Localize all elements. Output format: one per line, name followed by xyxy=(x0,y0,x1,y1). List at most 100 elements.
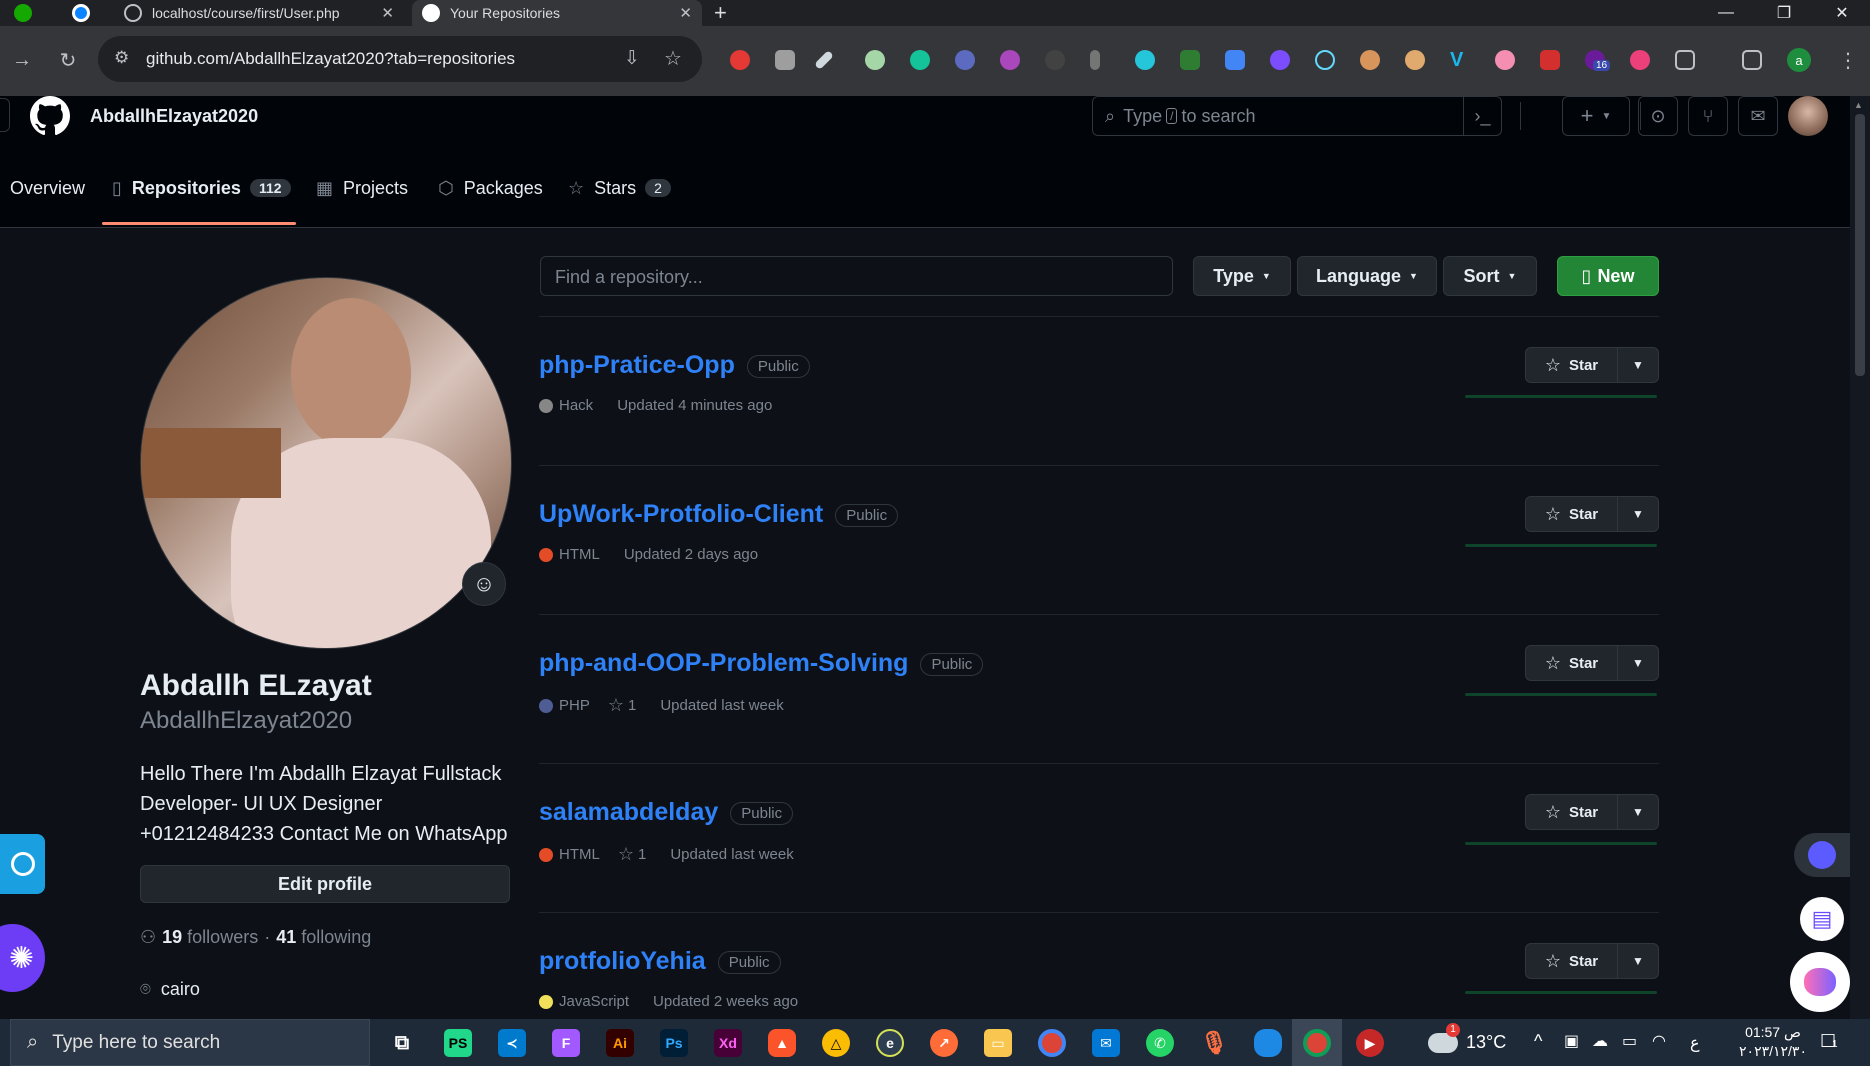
new-tab-button[interactable]: + xyxy=(714,0,744,26)
url-text[interactable]: github.com/AbdallhElzayat2020?tab=reposi… xyxy=(146,49,515,69)
repo-name-link[interactable]: UpWork-Protfolio-Client Public xyxy=(539,500,899,529)
repo-name-link[interactable]: php-Pratice-Opp Public xyxy=(539,351,810,380)
extension-icon[interactable] xyxy=(865,50,885,70)
mail-icon[interactable]: ✉ xyxy=(1092,1029,1120,1057)
star-list-dropdown-icon[interactable]: ▼ xyxy=(1618,358,1658,372)
battery-icon[interactable]: ▭ xyxy=(1622,1031,1637,1051)
following-count[interactable]: 41 xyxy=(276,927,296,948)
create-new-button[interactable]: + ▼ xyxy=(1562,96,1630,136)
repo-name[interactable]: salamabdelday xyxy=(539,798,718,826)
floating-assistant-widget[interactable]: ✺ xyxy=(0,924,45,992)
global-search-input[interactable]: ⌕ Type / to search ›_ xyxy=(1092,96,1502,136)
floating-chat-widget[interactable] xyxy=(1794,833,1850,877)
header-username[interactable]: AbdallhElzayat2020 xyxy=(90,106,258,127)
reload-icon[interactable]: ↻ xyxy=(50,42,86,78)
star-toggle[interactable]: ☆ Star xyxy=(1526,348,1618,382)
extension-icon[interactable] xyxy=(1000,50,1020,70)
meet-now-icon[interactable]: ▣ xyxy=(1564,1031,1579,1051)
extension-icon[interactable] xyxy=(1180,50,1200,70)
react-devtools-icon[interactable] xyxy=(1315,50,1335,70)
tab-extension[interactable] xyxy=(58,0,108,26)
reader-widget-icon[interactable]: ▤ xyxy=(1800,897,1844,941)
find-repository-input[interactable]: Find a repository... xyxy=(540,256,1173,296)
phpstorm-icon[interactable]: PS xyxy=(444,1029,472,1057)
floating-record-widget[interactable] xyxy=(0,834,45,894)
photoshop-icon[interactable]: Ps xyxy=(660,1029,688,1057)
microphone-icon[interactable]: 🎙 xyxy=(1200,1029,1228,1057)
extensions-puzzle-icon[interactable] xyxy=(1675,50,1695,70)
color-picker-icon[interactable] xyxy=(814,50,834,70)
illustrator-icon[interactable]: Ai xyxy=(606,1029,634,1057)
star-button[interactable]: ☆ Star ▼ xyxy=(1525,496,1659,532)
extension-icon[interactable]: 16 xyxy=(1585,50,1611,71)
restore-button[interactable]: ❐ xyxy=(1760,0,1808,26)
edit-profile-button[interactable]: Edit profile xyxy=(140,865,510,903)
whatsapp-icon[interactable]: ✆ xyxy=(1146,1029,1174,1057)
media-player-icon[interactable]: ▶ xyxy=(1356,1029,1384,1057)
side-panel-icon[interactable] xyxy=(1742,50,1762,70)
star-toggle[interactable]: ☆ Star xyxy=(1526,795,1618,829)
tab-projects[interactable]: ▦ Projects xyxy=(316,168,408,208)
weather-temp[interactable]: 13°C xyxy=(1466,1032,1506,1053)
google-translate-icon[interactable] xyxy=(1225,50,1245,70)
type-filter-button[interactable]: Type ▼ xyxy=(1193,256,1291,296)
star-list-dropdown-icon[interactable]: ▼ xyxy=(1618,656,1658,670)
star-toggle[interactable]: ☆ Star xyxy=(1526,646,1618,680)
close-window-button[interactable]: ✕ xyxy=(1818,0,1866,26)
inbox-icon[interactable]: ✉ xyxy=(1738,96,1778,136)
elephant-app-icon[interactable] xyxy=(1254,1029,1282,1057)
task-view-icon[interactable]: ⧉ xyxy=(388,1029,416,1057)
onedrive-icon[interactable]: ☁ xyxy=(1592,1031,1608,1051)
tab-packages[interactable]: ⬡ Packages xyxy=(438,168,543,208)
repo-star-count[interactable]: 1 xyxy=(638,846,646,863)
repo-name[interactable]: protfolioYehia xyxy=(539,947,706,975)
repo-name[interactable]: UpWork-Protfolio-Client xyxy=(539,500,823,528)
repo-name-link[interactable]: salamabdelday Public xyxy=(539,798,794,827)
forward-icon[interactable]: → xyxy=(4,42,40,78)
star-list-dropdown-icon[interactable]: ▼ xyxy=(1618,954,1658,968)
figma-icon[interactable]: F xyxy=(552,1029,580,1057)
scrollbar-thumb[interactable] xyxy=(1855,114,1865,376)
cookie-icon[interactable] xyxy=(1360,50,1380,70)
pull-requests-icon[interactable]: ⑂ xyxy=(1688,96,1728,136)
brain-widget-icon[interactable] xyxy=(1790,952,1850,1012)
kebab-menu-icon[interactable]: ⋮ xyxy=(1838,48,1858,73)
user-avatar[interactable] xyxy=(1788,96,1828,136)
chrome-active-icon[interactable] xyxy=(1303,1029,1331,1057)
set-status-smiley-icon[interactable]: ☺ xyxy=(462,562,506,606)
followers-link[interactable]: followers xyxy=(187,927,258,948)
vscode-icon[interactable]: ≺ xyxy=(498,1029,526,1057)
tab-repositories[interactable]: ▯ Repositories 112 xyxy=(112,168,291,208)
repo-name[interactable]: php-Pratice-Opp xyxy=(539,351,735,379)
star-button[interactable]: ☆ Star ▼ xyxy=(1525,794,1659,830)
extension-icon[interactable] xyxy=(955,50,975,70)
scrollbar[interactable]: ▲ xyxy=(1850,96,1870,1019)
star-list-dropdown-icon[interactable]: ▼ xyxy=(1618,507,1658,521)
grammarly-icon[interactable] xyxy=(910,50,930,70)
drive-icon[interactable]: △ xyxy=(822,1029,850,1057)
language-filter-button[interactable]: Language ▼ xyxy=(1297,256,1437,296)
extension-icon[interactable] xyxy=(1405,50,1425,70)
site-settings-icon[interactable]: ⚙ xyxy=(114,48,129,68)
star-button[interactable]: ☆ Star ▼ xyxy=(1525,645,1659,681)
app-icon[interactable]: e xyxy=(876,1029,904,1057)
repo-name-link[interactable]: php-and-OOP-Problem-Solving Public xyxy=(539,649,984,678)
sort-filter-button[interactable]: Sort ▼ xyxy=(1443,256,1537,296)
star-button[interactable]: ☆ Star ▼ xyxy=(1525,347,1659,383)
extension-icon[interactable] xyxy=(730,50,750,70)
clock[interactable]: 01:57 ص ٢٠٢٣/١٢/٣٠ xyxy=(1718,1023,1828,1061)
show-hidden-icons-icon[interactable]: ^ xyxy=(1534,1031,1542,1052)
adobe-xd-icon[interactable]: Xd xyxy=(714,1029,742,1057)
following-link[interactable]: following xyxy=(301,927,371,948)
star-toggle[interactable]: ☆ Star xyxy=(1526,944,1618,978)
followers-count[interactable]: 19 xyxy=(162,927,182,948)
close-tab-icon[interactable]: ✕ xyxy=(679,4,692,22)
brain-extension-icon[interactable] xyxy=(1630,50,1650,70)
postman-icon[interactable]: ↗ xyxy=(930,1029,958,1057)
extension-icon[interactable] xyxy=(1540,50,1560,70)
install-app-icon[interactable]: ⇩ xyxy=(624,47,640,70)
github-logo-icon[interactable] xyxy=(30,96,70,136)
wifi-icon[interactable]: ◠ xyxy=(1652,1031,1666,1051)
extension-icon[interactable] xyxy=(1090,50,1100,70)
tab-overview[interactable]: Overview xyxy=(10,168,85,208)
